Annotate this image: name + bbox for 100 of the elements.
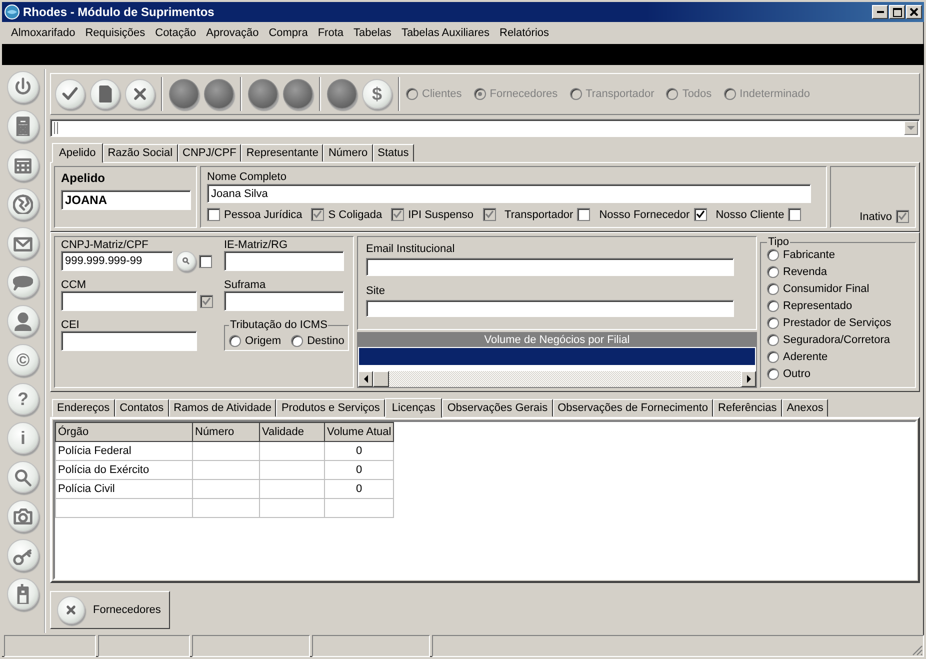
- sidebar-button[interactable]: [7, 227, 39, 259]
- flag-checkbox[interactable]: Pessoa Jurídica: [207, 208, 302, 221]
- tipo-radio[interactable]: Representado: [767, 299, 909, 313]
- column-header[interactable]: Órgão: [56, 422, 192, 442]
- detail-tab[interactable]: Observações de Fornecimento: [552, 399, 714, 417]
- suframa-checkbox[interactable]: [200, 294, 213, 308]
- search-combo[interactable]: [50, 119, 920, 137]
- maximize-button[interactable]: [889, 5, 905, 19]
- site-field[interactable]: [366, 300, 734, 317]
- close-icon: [131, 85, 149, 103]
- sidebar-button[interactable]: [7, 461, 39, 493]
- check-icon: [696, 210, 705, 219]
- detail-tab[interactable]: Observações Gerais: [442, 399, 553, 417]
- round-button[interactable]: [283, 79, 313, 109]
- lookup-button[interactable]: [176, 251, 196, 271]
- icms-radio[interactable]: Destino: [291, 333, 344, 348]
- tipo-radio[interactable]: Fabricante: [767, 248, 909, 262]
- flag-checkbox[interactable]: [482, 208, 496, 221]
- sidebar-button[interactable]: i: [7, 422, 39, 454]
- toolbar-button[interactable]: [90, 79, 120, 109]
- sidebar-button[interactable]: [7, 266, 39, 298]
- menu-item[interactable]: Almoxarifado: [6, 27, 80, 39]
- tipo-radio[interactable]: Consumidor Final: [767, 282, 909, 296]
- menu-item[interactable]: Requisições: [80, 27, 150, 39]
- menu-item[interactable]: Tabelas: [348, 27, 396, 39]
- name-field[interactable]: Joana Silva: [207, 184, 811, 203]
- detail-tab[interactable]: Referências: [713, 399, 782, 417]
- detail-tab[interactable]: Endereços: [52, 399, 115, 417]
- detail-tab[interactable]: Contatos: [114, 399, 169, 417]
- document-icon: [96, 85, 114, 103]
- check-icon: [61, 85, 79, 103]
- minimize-button[interactable]: [872, 5, 888, 19]
- round-button[interactable]: [327, 79, 357, 109]
- toolbar-button[interactable]: [55, 79, 85, 109]
- tipo-radio[interactable]: Revenda: [767, 265, 909, 279]
- close-tab-button[interactable]: [57, 596, 85, 624]
- sidebar-button[interactable]: ©: [7, 344, 39, 376]
- record-tab[interactable]: Apelido: [52, 143, 103, 163]
- sidebar-button[interactable]: [7, 149, 39, 181]
- round-button[interactable]: [204, 79, 234, 109]
- document-tab[interactable]: Fornecedores: [50, 591, 170, 629]
- sidebar-button[interactable]: [7, 110, 39, 142]
- detail-tab[interactable]: Produtos e Serviços: [276, 399, 385, 417]
- record-tab[interactable]: Representante: [241, 144, 324, 162]
- menu-item[interactable]: Frota: [312, 27, 349, 39]
- field-label: CNPJ-Matriz/CPF: [61, 239, 150, 251]
- record-tab[interactable]: CNPJ/CPF: [178, 144, 242, 162]
- scroll-left-button[interactable]: [358, 371, 373, 387]
- close-icon: [910, 8, 918, 16]
- power-icon: [13, 77, 33, 97]
- flag-checkbox[interactable]: Transportador: [504, 208, 590, 221]
- toolbar-button[interactable]: [125, 79, 155, 109]
- round-button[interactable]: [248, 79, 278, 109]
- email-field[interactable]: [366, 258, 734, 276]
- field-label: Suframa: [224, 279, 267, 291]
- tipo-radio[interactable]: Outro: [767, 367, 909, 381]
- sidebar-button[interactable]: [7, 305, 39, 337]
- close-button[interactable]: [906, 5, 922, 19]
- field-label: IE-Matriz/RG: [224, 239, 289, 251]
- flag-checkbox[interactable]: Nosso Cliente: [716, 208, 802, 221]
- menu-item[interactable]: Relatórios: [494, 27, 554, 39]
- menu-item[interactable]: Cotação: [150, 27, 202, 39]
- cnpj-field[interactable]: 999.999.999-99: [61, 251, 173, 271]
- flag-checkbox[interactable]: Nosso Fornecedor: [599, 208, 707, 221]
- ie-field[interactable]: [224, 251, 344, 271]
- icms-radio[interactable]: Origem: [229, 333, 282, 348]
- window-title: Rhodes - Módulo de Suprimentos: [23, 5, 216, 19]
- ie-checkbox[interactable]: [199, 254, 212, 268]
- scroll-thumb[interactable]: [373, 371, 389, 387]
- grid-title: Volume de Negócios por Filial: [358, 333, 756, 347]
- sidebar-button[interactable]: [7, 500, 39, 532]
- sidebar-button[interactable]: ?: [7, 383, 39, 415]
- tipo-radio[interactable]: Seguradora/Corretora: [767, 333, 909, 347]
- column-header[interactable]: Validade: [260, 422, 324, 442]
- sidebar-button[interactable]: [7, 578, 39, 610]
- record-tab[interactable]: Número: [323, 144, 373, 162]
- toolbar-button[interactable]: $: [362, 79, 392, 109]
- ccm-field[interactable]: [61, 291, 197, 311]
- scroll-right-button[interactable]: [741, 371, 756, 387]
- record-tab[interactable]: Status: [372, 144, 414, 162]
- menu-item[interactable]: Aprovação: [201, 27, 264, 39]
- right-arrow-icon: [746, 375, 752, 383]
- sidebar-button[interactable]: [7, 188, 39, 220]
- tipo-radio[interactable]: Prestador de Serviços: [767, 316, 909, 330]
- round-button[interactable]: [169, 79, 199, 109]
- menu-item[interactable]: Compra: [264, 27, 313, 39]
- suframa-field[interactable]: [224, 291, 344, 311]
- detail-tab[interactable]: Ramos de Atividade: [168, 399, 276, 417]
- tipo-radio[interactable]: Aderente: [767, 350, 909, 364]
- record-tab[interactable]: Razão Social: [102, 144, 178, 162]
- menu-item[interactable]: Tabelas Auxiliares: [396, 27, 494, 39]
- sidebar-button[interactable]: [7, 71, 39, 103]
- cei-field[interactable]: [61, 331, 197, 351]
- detail-tab[interactable]: Licenças: [384, 398, 442, 418]
- detail-tab[interactable]: Anexos: [782, 399, 828, 417]
- column-header[interactable]: Volume Atual: [324, 422, 394, 442]
- apelido-field[interactable]: JOANA: [61, 190, 191, 210]
- column-header[interactable]: Número: [192, 422, 260, 442]
- check-icon: [898, 212, 907, 221]
- sidebar-button[interactable]: [7, 539, 39, 571]
